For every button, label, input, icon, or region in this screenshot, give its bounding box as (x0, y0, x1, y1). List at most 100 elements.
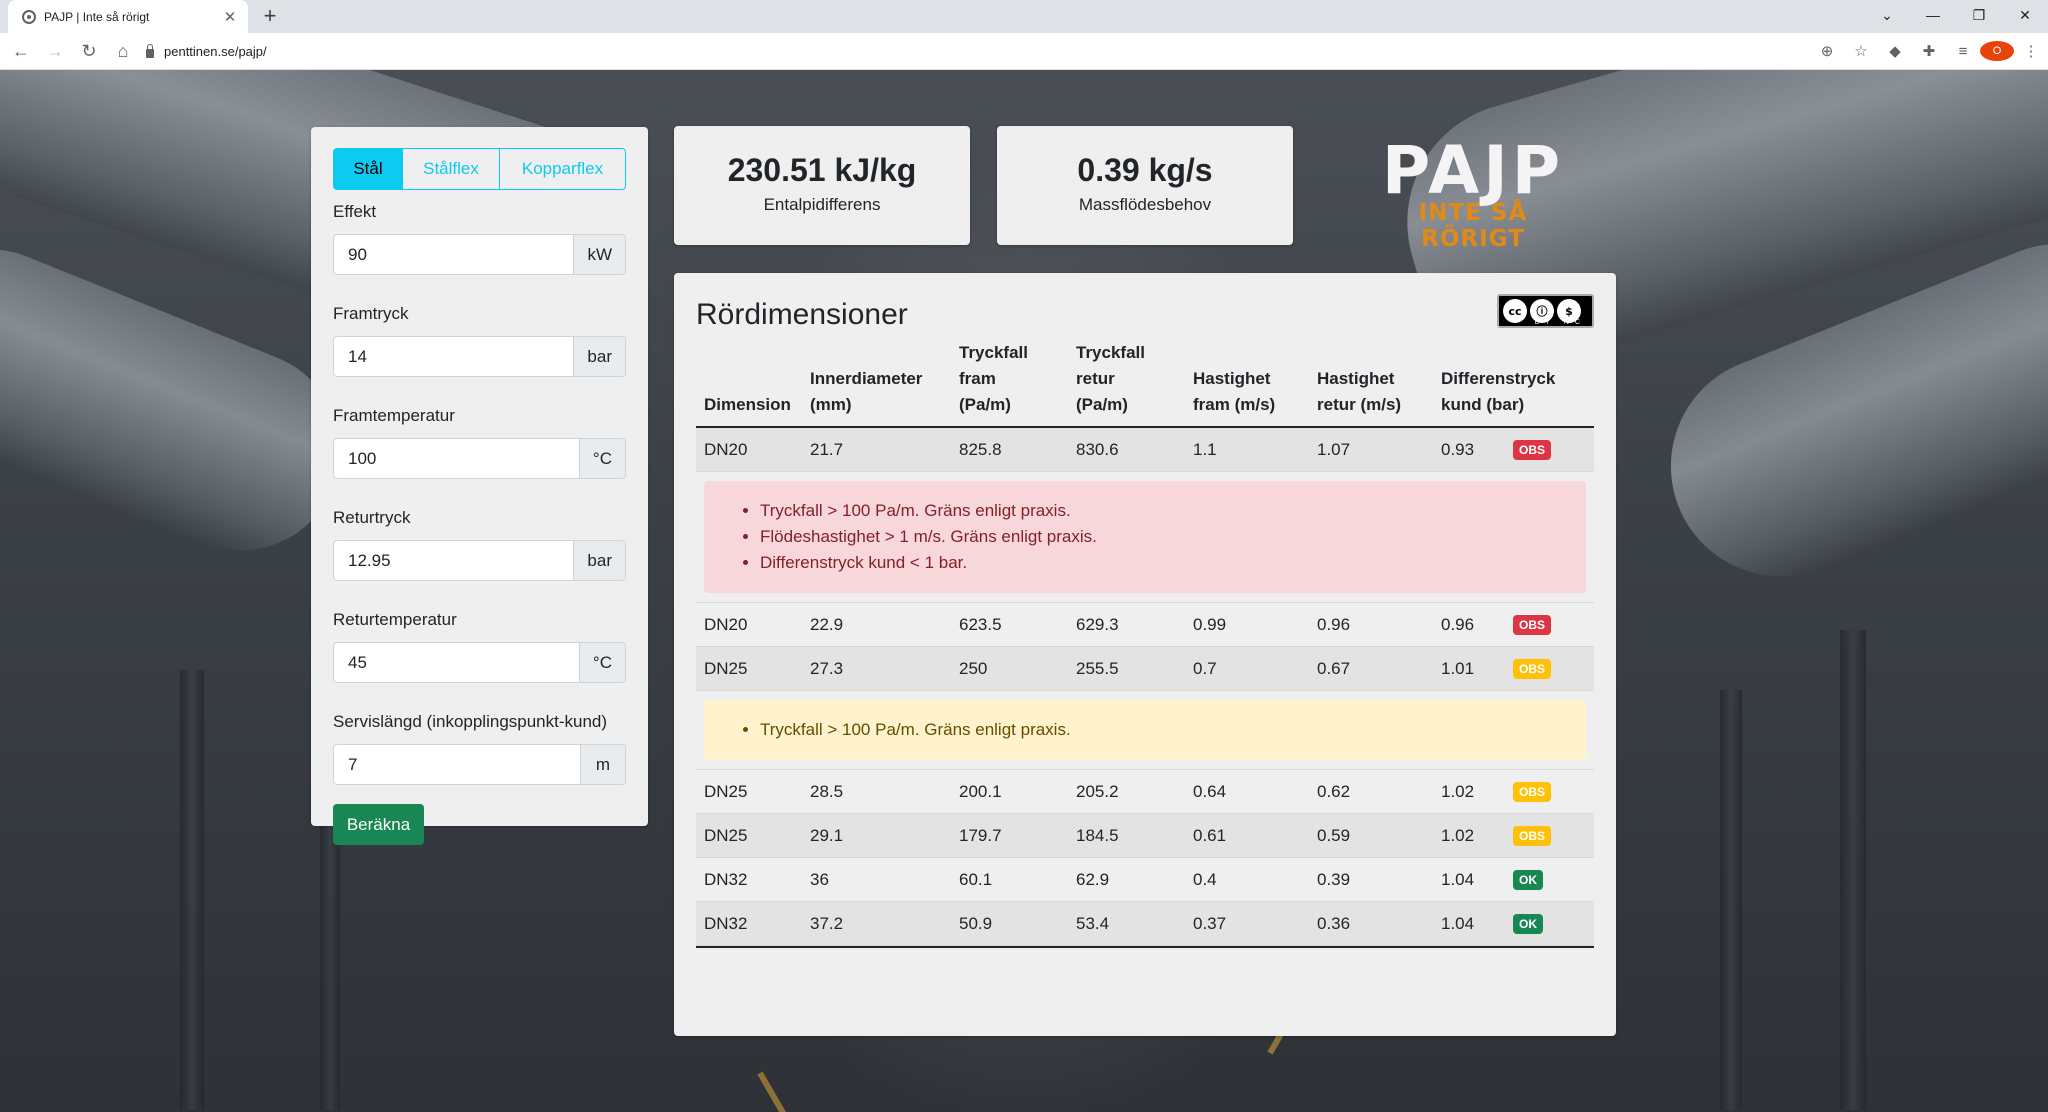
cell-v_r: 0.67 (1317, 658, 1351, 678)
cell-id: 21.7 (810, 439, 844, 459)
cc-license-badge[interactable]: cc ⓘ $ BY NC (1497, 294, 1594, 328)
cell-status: OK (1505, 913, 1592, 934)
site-favicon-icon (22, 9, 36, 24)
menu-kebab-icon[interactable]: ⋮ (2014, 42, 2048, 60)
cell-status: OBS (1505, 825, 1592, 846)
cell-v_f: 0.99 (1193, 614, 1227, 634)
profile-avatar[interactable]: O (1980, 41, 2014, 61)
tab-title: PAJP | Inte så rörigt (44, 9, 150, 24)
cell-status: OBS (1505, 658, 1592, 679)
status-badge: OBS (1513, 440, 1552, 460)
effekt-unit: kW (574, 234, 626, 275)
home-icon[interactable]: ⌂ (106, 41, 140, 62)
cell-id: 37.2 (810, 913, 844, 933)
pipe-dimensions-card: Rördimensioner cc ⓘ $ BY NC Dimension In… (674, 273, 1616, 1036)
window-controls: ⌄ — ❐ ✕ (1864, 0, 2048, 30)
massflow-card: 0.39 kg/s Massflödesbehov (997, 126, 1293, 245)
bg-beam (1720, 690, 1742, 1110)
extension-icon[interactable]: ◆ (1878, 42, 1912, 60)
back-icon[interactable]: ← (4, 41, 38, 62)
col-differenstryck: Differenstryck kund (bar) (1441, 369, 1556, 414)
tab-material-kopparflex[interactable]: Kopparflex (500, 148, 626, 190)
framtryck-input[interactable]: 14 (333, 336, 575, 377)
servislangd-input[interactable]: 7 (333, 744, 581, 785)
cell-status: OBS (1505, 781, 1592, 802)
cell-dp_r: 184.5 (1076, 825, 1119, 845)
enthalpy-card: 230.51 kJ/kg Entalpidifferens (674, 126, 970, 245)
cell-v_r: 0.59 (1317, 825, 1351, 845)
danger-alert: Tryckfall > 100 Pa/m. Gräns enligt praxi… (704, 481, 1586, 593)
reload-icon[interactable]: ↻ (72, 41, 106, 62)
window-close-icon[interactable]: ✕ (2002, 7, 2048, 24)
effekt-group: 90 kW (333, 234, 626, 275)
berakna-button[interactable]: Beräkna (333, 804, 424, 845)
tab-material-stal[interactable]: Stål (333, 148, 403, 190)
alert-note: Tryckfall > 100 Pa/m. Gräns enligt praxi… (760, 717, 1566, 743)
warning-row: Tryckfall > 100 Pa/m. Gräns enligt praxi… (696, 472, 1594, 603)
cell-dp_k: 1.01 (1441, 658, 1475, 678)
massflow-value: 0.39 kg/s (1077, 152, 1213, 188)
bg-beam (1840, 630, 1866, 1110)
reading-list-icon[interactable]: ≡ (1946, 43, 1980, 60)
returtemperatur-input[interactable]: 45 (333, 642, 580, 683)
table-row: DN25 28.5 200.1 205.2 0.64 0.62 1.02 OBS (696, 770, 1594, 814)
minimize-icon[interactable]: — (1910, 7, 1956, 23)
bookmark-star-icon[interactable]: ☆ (1844, 42, 1878, 60)
framtemperatur-input[interactable]: 100 (333, 438, 580, 479)
cell-status: OBS (1505, 439, 1592, 460)
page-background: Stål Stålflex Kopparflex Effekt 90 kW Fr… (0, 70, 2048, 1112)
tab-material-stalflex[interactable]: Stålflex (403, 148, 500, 190)
cell-dim: DN25 (704, 825, 748, 845)
massflow-label: Massflödesbehov (1078, 195, 1212, 214)
col-hastighet-retur: Hastighet retur (m/s) (1317, 369, 1402, 414)
restore-icon[interactable]: ❐ (1956, 7, 2002, 24)
forward-icon[interactable]: → (38, 41, 72, 62)
cell-v_f: 0.64 (1193, 781, 1227, 801)
lock-icon (146, 43, 154, 58)
returtemperatur-label: Returtemperatur (333, 610, 457, 629)
returtryck-unit: bar (574, 540, 626, 581)
returtemperatur-unit: °C (579, 642, 626, 683)
returtryck-group: 12.95 bar (333, 540, 626, 581)
servislangd-group: 7 m (333, 744, 626, 785)
cell-dp_f: 50.9 (959, 913, 993, 933)
alert-note: Differenstryck kund < 1 bar. (760, 550, 1566, 576)
tab-close-icon[interactable]: ✕ (222, 8, 238, 26)
cell-status: OBS (1505, 614, 1592, 635)
zoom-icon[interactable]: ⊕ (1810, 42, 1844, 60)
address-bar[interactable]: penttinen.se/pajp/ (146, 37, 1838, 65)
returtryck-label: Returtryck (333, 508, 411, 527)
cell-dp_k: 1.04 (1441, 869, 1475, 889)
framtemperatur-group: 100 °C (333, 438, 626, 479)
cell-v_f: 0.61 (1193, 825, 1227, 845)
cell-dp_f: 60.1 (959, 869, 993, 889)
table-bottom-rule (696, 946, 1594, 948)
status-badge: OBS (1513, 615, 1552, 635)
framtemperatur-unit: °C (579, 438, 626, 479)
framtryck-label: Framtryck (333, 304, 409, 323)
enthalpy-value: 230.51 kJ/kg (727, 152, 917, 188)
new-tab-icon[interactable]: + (258, 4, 282, 28)
col-tryckfall-retur: Tryckfall retur (Pa/m) (1076, 343, 1145, 414)
browser-toolbar: ← → ↻ ⌂ penttinen.se/pajp/ ⊕ ☆ ◆ ✚ ≡ O ⋮ (0, 33, 2048, 70)
cell-v_f: 0.4 (1193, 869, 1217, 889)
cell-dp_f: 623.5 (959, 614, 1002, 634)
framtryck-unit: bar (574, 336, 626, 377)
effekt-input[interactable]: 90 (333, 234, 575, 275)
cell-dp_r: 255.5 (1076, 658, 1119, 678)
status-badge: OBS (1513, 826, 1552, 846)
browser-tab[interactable]: PAJP | Inte så rörigt ✕ (8, 0, 248, 33)
cell-dim: DN25 (704, 658, 748, 678)
tab-search-icon[interactable]: ⌄ (1864, 7, 1910, 24)
puzzle-extensions-icon[interactable]: ✚ (1912, 42, 1946, 60)
framtryck-group: 14 bar (333, 336, 626, 377)
alert-note: Tryckfall > 100 Pa/m. Gräns enligt praxi… (760, 498, 1566, 524)
cell-v_f: 0.37 (1193, 913, 1227, 933)
status-badge: OBS (1513, 659, 1552, 679)
cell-v_r: 0.96 (1317, 614, 1351, 634)
cell-dp_k: 0.93 (1441, 439, 1475, 459)
cell-dp_f: 200.1 (959, 781, 1002, 801)
cell-dim: DN32 (704, 869, 748, 889)
cell-id: 29.1 (810, 825, 844, 845)
returtryck-input[interactable]: 12.95 (333, 540, 575, 581)
